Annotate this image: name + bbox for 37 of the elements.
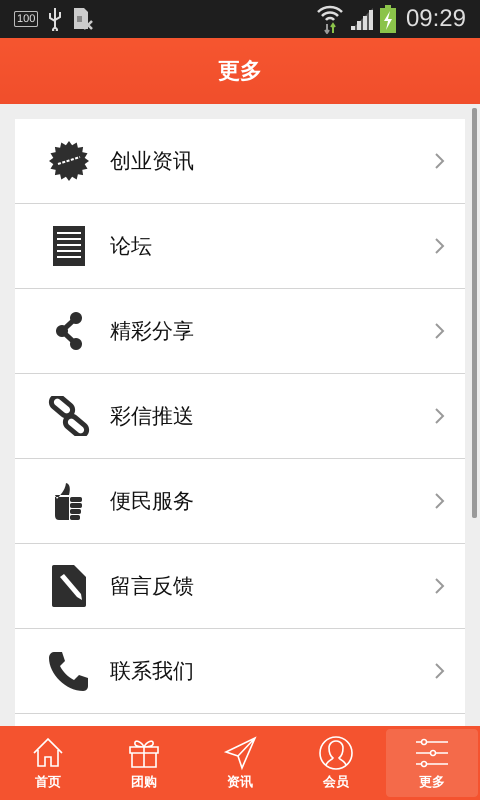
chevron-right-icon — [435, 663, 445, 679]
battery-charging-icon — [380, 5, 396, 33]
clock-time: 09:29 — [406, 5, 466, 33]
menu-item-label: 精彩分享 — [110, 318, 195, 345]
menu-item-label: 彩信推送 — [110, 403, 195, 430]
chevron-right-icon — [435, 578, 445, 594]
user-circle-icon — [318, 735, 354, 771]
menu-item-label: 联系我们 — [110, 658, 195, 685]
chevron-right-icon — [435, 323, 445, 339]
chevron-right-icon — [435, 408, 445, 424]
thumbs-up-icon — [53, 481, 85, 521]
share-icon — [54, 311, 84, 351]
menu-item-label: 留言反馈 — [110, 573, 195, 600]
chain-link-icon — [48, 396, 90, 436]
list-icon — [53, 226, 85, 266]
menu-item-label: 创业资讯 — [110, 148, 195, 175]
paper-plane-icon — [222, 735, 258, 771]
menu-item[interactable]: 彩信推送 — [15, 374, 465, 459]
menu-item[interactable]: 留言反馈 — [15, 544, 465, 629]
menu-item[interactable]: 创业资讯 — [15, 119, 465, 204]
menu-item[interactable]: 联系我们 — [15, 629, 465, 714]
menu-item-label: 便民服务 — [110, 488, 195, 515]
page-title: 更多 — [218, 58, 262, 86]
usb-icon — [48, 7, 62, 31]
menu-item[interactable]: 论坛 — [15, 204, 465, 289]
battery-level-indicator: 100 — [14, 11, 38, 27]
phone-icon — [48, 650, 90, 692]
new-badge-icon — [49, 141, 89, 181]
menu-item-label: 论坛 — [110, 233, 153, 260]
chevron-right-icon — [435, 493, 445, 509]
menu-item[interactable]: 精彩分享 — [15, 289, 465, 374]
wifi-icon — [316, 4, 344, 34]
menu-item[interactable]: 便民服务 — [15, 459, 465, 544]
signal-icon — [350, 7, 374, 31]
chevron-right-icon — [435, 238, 445, 254]
chevron-right-icon — [435, 153, 445, 169]
document-pencil-icon — [52, 565, 86, 607]
